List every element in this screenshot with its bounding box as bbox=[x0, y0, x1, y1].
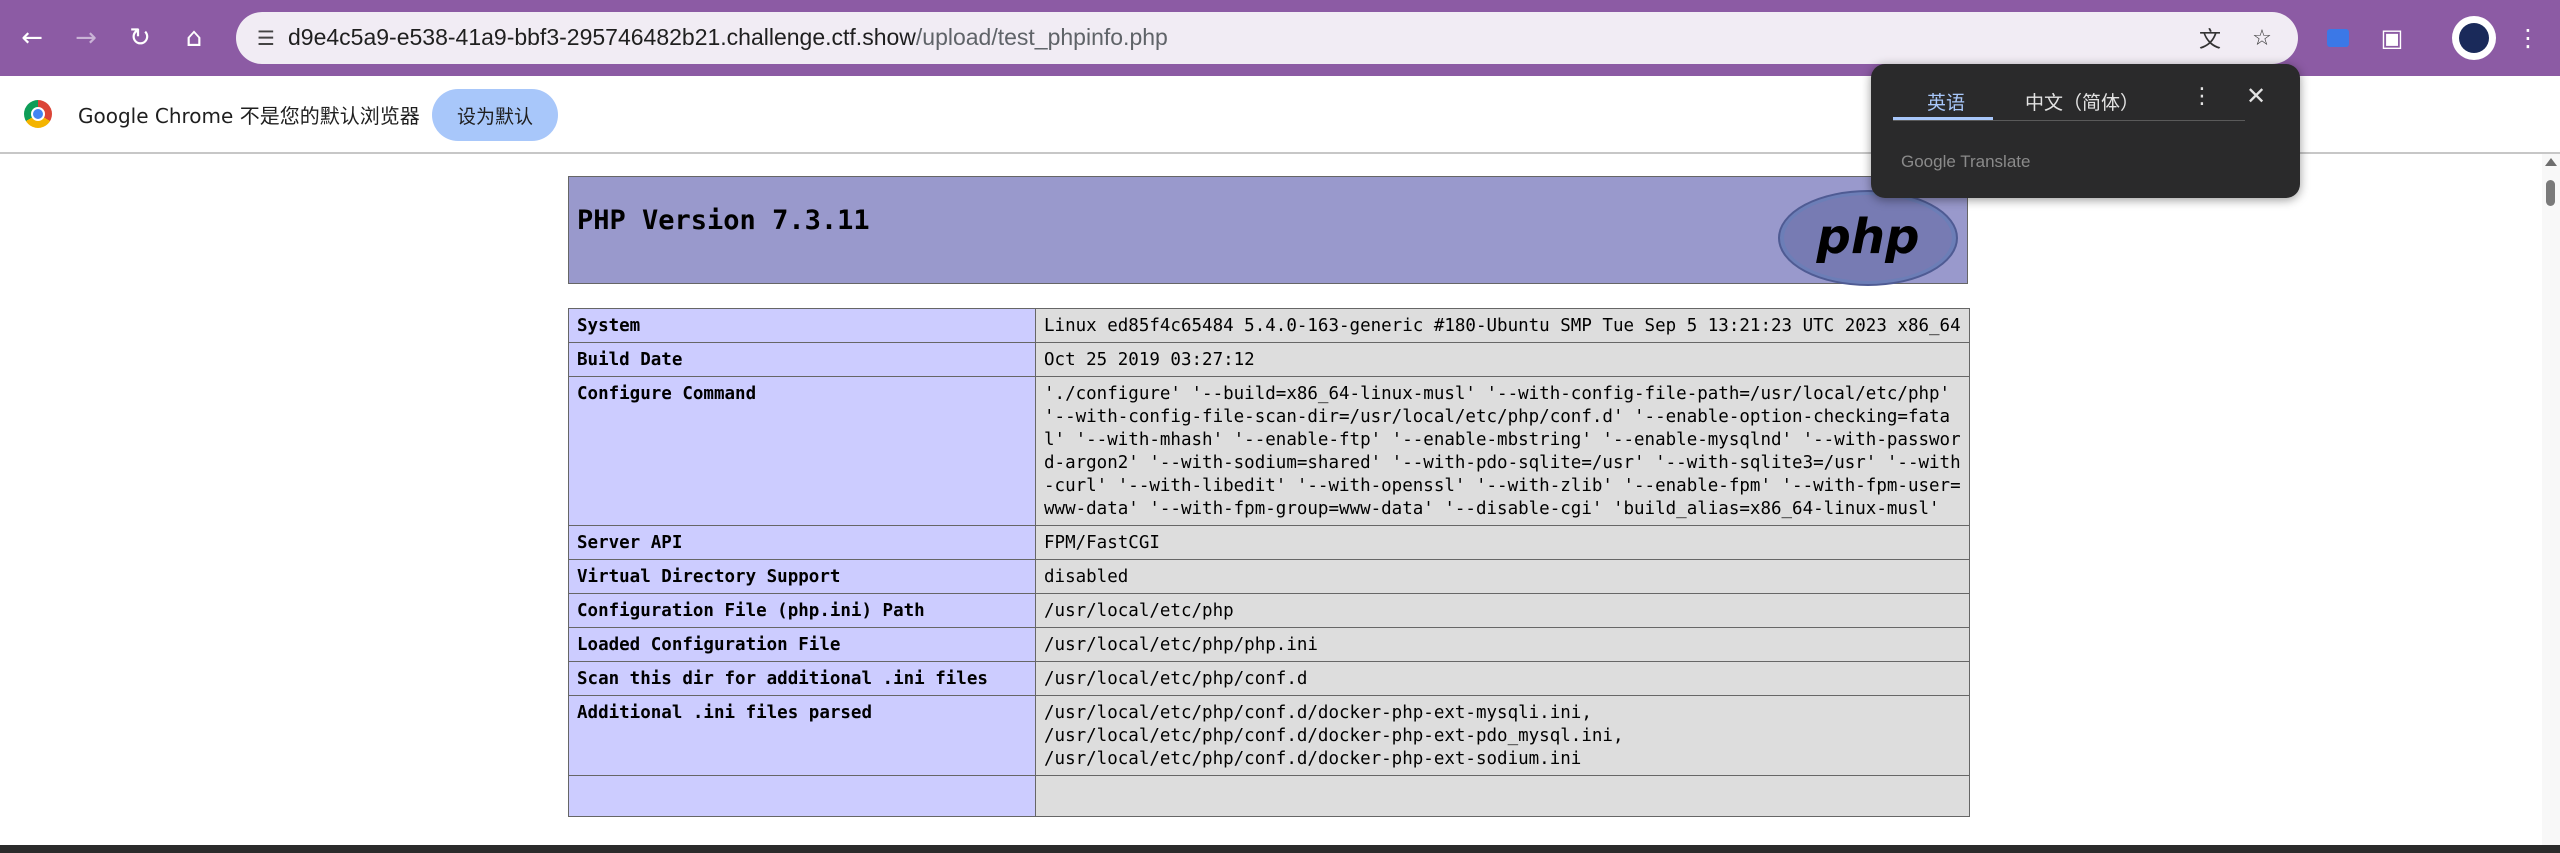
table-row: Configure Command './configure' '--build… bbox=[568, 376, 1970, 526]
table-row bbox=[568, 775, 1970, 817]
row-value: /usr/local/etc/php/conf.d bbox=[1035, 661, 1970, 696]
php-version-header: PHP Version 7.3.11 php bbox=[568, 176, 1968, 286]
tab-target-language[interactable]: 中文（简体） bbox=[2025, 88, 2139, 115]
home-icon[interactable]: ⌂ bbox=[174, 18, 214, 58]
active-tab-indicator bbox=[1893, 117, 1993, 120]
url-text[interactable]: d9e4c5a9-e538-41a9-bbf3-295746482b21.cha… bbox=[288, 24, 1168, 51]
address-bar[interactable]: ☰ d9e4c5a9-e538-41a9-bbf3-295746482b21.c… bbox=[236, 12, 2298, 64]
table-row: Virtual Directory Support disabled bbox=[568, 559, 1970, 594]
php-version-title: PHP Version 7.3.11 bbox=[577, 205, 870, 236]
row-value: Linux ed85f4c65484 5.4.0-163-generic #18… bbox=[1035, 308, 1970, 343]
star-icon[interactable]: ☆ bbox=[2246, 22, 2278, 54]
scrollbar-thumb[interactable] bbox=[2546, 180, 2555, 206]
extension-pinned-icon[interactable] bbox=[2318, 18, 2358, 58]
table-row: Server API FPM/FastCGI bbox=[568, 525, 1970, 560]
table-row: System Linux ed85f4c65484 5.4.0-163-gene… bbox=[568, 308, 1970, 343]
bottom-edge bbox=[0, 845, 2560, 853]
table-row: Scan this dir for additional .ini files … bbox=[568, 661, 1970, 696]
forward-arrow-icon[interactable]: → bbox=[66, 18, 106, 58]
close-icon[interactable]: ✕ bbox=[2240, 80, 2272, 112]
set-default-button[interactable]: 设为默认 bbox=[432, 89, 558, 141]
row-label: Configure Command bbox=[568, 376, 1036, 526]
php-info-table: System Linux ed85f4c65484 5.4.0-163-gene… bbox=[568, 308, 1970, 817]
scroll-up-arrow-icon[interactable] bbox=[2545, 158, 2557, 166]
avatar[interactable] bbox=[2452, 16, 2496, 60]
vertical-scrollbar[interactable] bbox=[2542, 154, 2560, 845]
row-label: Server API bbox=[568, 525, 1036, 560]
table-row: Additional .ini files parsed /usr/local/… bbox=[568, 695, 1970, 776]
row-label: System bbox=[568, 308, 1036, 343]
row-value: /usr/local/etc/php/php.ini bbox=[1035, 627, 1970, 662]
row-label: Build Date bbox=[568, 342, 1036, 377]
site-info-icon[interactable]: ☰ bbox=[250, 22, 282, 54]
row-label: Additional .ini files parsed bbox=[568, 695, 1036, 776]
infobar-message: Google Chrome 不是您的默认浏览器 bbox=[78, 104, 420, 128]
row-label: Loaded Configuration File bbox=[568, 627, 1036, 662]
row-value: /usr/local/etc/php/conf.d/docker-php-ext… bbox=[1035, 695, 1970, 776]
reload-icon[interactable]: ↻ bbox=[120, 18, 160, 58]
google-translate-brand: Google Translate bbox=[1901, 152, 2031, 171]
row-label-cut bbox=[568, 775, 1036, 817]
page-content: PHP Version 7.3.11 php System Linux ed85… bbox=[0, 154, 2542, 845]
back-arrow-icon[interactable]: ← bbox=[12, 18, 52, 58]
php-logo: php bbox=[1778, 190, 1958, 286]
row-label: Configuration File (php.ini) Path bbox=[568, 593, 1036, 628]
row-value: disabled bbox=[1035, 559, 1970, 594]
row-label: Scan this dir for additional .ini files bbox=[568, 661, 1036, 696]
row-value: './configure' '--build=x86_64-linux-musl… bbox=[1035, 376, 1970, 526]
translate-options-icon[interactable]: ⋮ bbox=[2186, 80, 2218, 112]
row-label: Virtual Directory Support bbox=[568, 559, 1036, 594]
table-row: Configuration File (php.ini) Path /usr/l… bbox=[568, 593, 1970, 628]
avatar-image bbox=[2459, 23, 2489, 53]
row-value: FPM/FastCGI bbox=[1035, 525, 1970, 560]
url-path: /upload/test_phpinfo.php bbox=[915, 24, 1168, 50]
table-row: Loaded Configuration File /usr/local/etc… bbox=[568, 627, 1970, 662]
row-value-cut bbox=[1035, 775, 1970, 817]
translate-popup: 英语 中文（简体） ⋮ ✕ Google Translate bbox=[1871, 64, 2300, 198]
phpinfo: PHP Version 7.3.11 php System Linux ed85… bbox=[568, 176, 1970, 817]
url-host: d9e4c5a9-e538-41a9-bbf3-295746482b21.cha… bbox=[288, 24, 916, 50]
translate-icon[interactable]: 文 bbox=[2194, 22, 2226, 54]
tab-source-language[interactable]: 英语 bbox=[1927, 88, 1965, 115]
table-row: Build Date Oct 25 2019 03:27:12 bbox=[568, 342, 1970, 377]
php-logo-text: php bbox=[1816, 209, 1920, 265]
row-value: Oct 25 2019 03:27:12 bbox=[1035, 342, 1970, 377]
puzzle-icon[interactable]: ▣ bbox=[2372, 18, 2412, 58]
row-value: /usr/local/etc/php bbox=[1035, 593, 1970, 628]
chrome-logo-icon bbox=[24, 100, 52, 128]
kebab-menu-icon[interactable]: ⋮ bbox=[2508, 18, 2548, 58]
